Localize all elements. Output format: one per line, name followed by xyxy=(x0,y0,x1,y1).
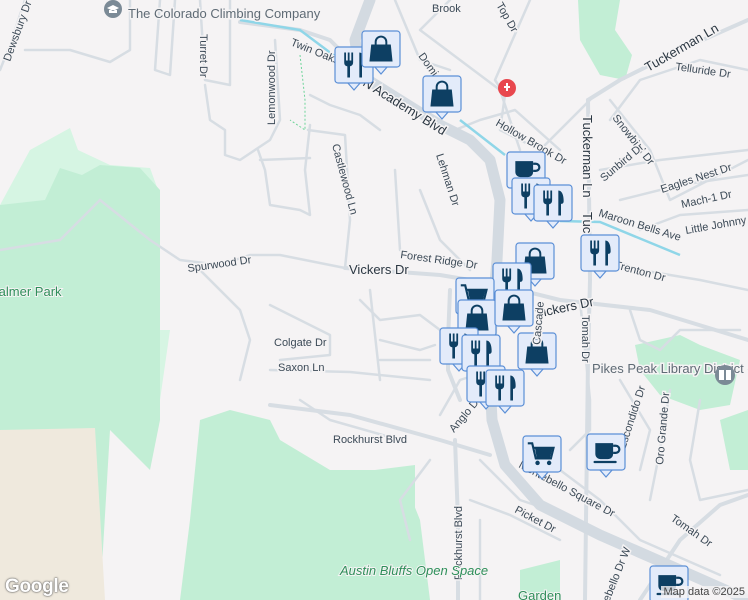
street-vickers-w: Vickers Dr xyxy=(349,262,409,277)
street-dewsbury: Dewsbury Dr xyxy=(2,0,35,63)
poi-austin-bluffs: Austin Bluffs Open Space xyxy=(339,563,488,578)
poi-garden: Garden xyxy=(518,588,561,600)
street-spurwood: Spurwood Dr xyxy=(187,254,253,275)
map-canvas[interactable]: Dewsbury Dr Turret Dr Lemonwood Dr Twin … xyxy=(0,0,748,600)
marker-restaurant[interactable] xyxy=(533,184,573,229)
street-brook: Brook xyxy=(432,3,461,15)
poi-park-left: Palmer Park xyxy=(0,284,62,299)
marker-shopping[interactable] xyxy=(361,30,401,75)
street-tomah-v: Tomah Dr xyxy=(579,315,591,363)
marker-restaurant[interactable] xyxy=(580,234,620,279)
library-icon xyxy=(715,365,735,385)
street-bello-w: Montebello Dr W xyxy=(592,545,634,600)
street-little-johnny: Little Johnny xyxy=(684,214,747,237)
street-saxon: Saxon Ln xyxy=(278,362,324,374)
map-attribution[interactable]: Map data ©2025 xyxy=(660,586,748,598)
marker-cafe[interactable] xyxy=(586,433,626,478)
street-tuckerman-v: Tuckerman Ln xyxy=(580,115,595,198)
street-tuc: Tuc xyxy=(580,212,595,234)
poi-climbing: The Colorado Climbing Company xyxy=(128,6,321,21)
trail xyxy=(289,54,306,131)
marker-grocery[interactable] xyxy=(522,435,562,480)
street-castlewood: Castlewood Ln xyxy=(329,143,359,216)
street-turret: Turret Dr xyxy=(197,34,209,78)
street-oro-grande: Oro Grande Dr xyxy=(654,391,672,465)
marker-shopping[interactable] xyxy=(494,289,534,334)
marker-shopping[interactable] xyxy=(422,75,462,120)
street-forest-ridge: Forest Ridge Dr xyxy=(400,249,479,272)
street-rockhurst-h: Rockhurst Blvd xyxy=(333,434,407,446)
street-lehman: Lehman Dr xyxy=(433,152,461,208)
street-colgate: Colgate Dr xyxy=(274,337,327,349)
street-top: Top Dr xyxy=(493,1,520,35)
street-lemonwood: Lemonwood Dr xyxy=(266,50,278,125)
marker-restaurant[interactable] xyxy=(485,369,525,414)
google-logo: Google xyxy=(5,576,69,597)
street-trenton: Trenton Dr xyxy=(613,259,667,284)
